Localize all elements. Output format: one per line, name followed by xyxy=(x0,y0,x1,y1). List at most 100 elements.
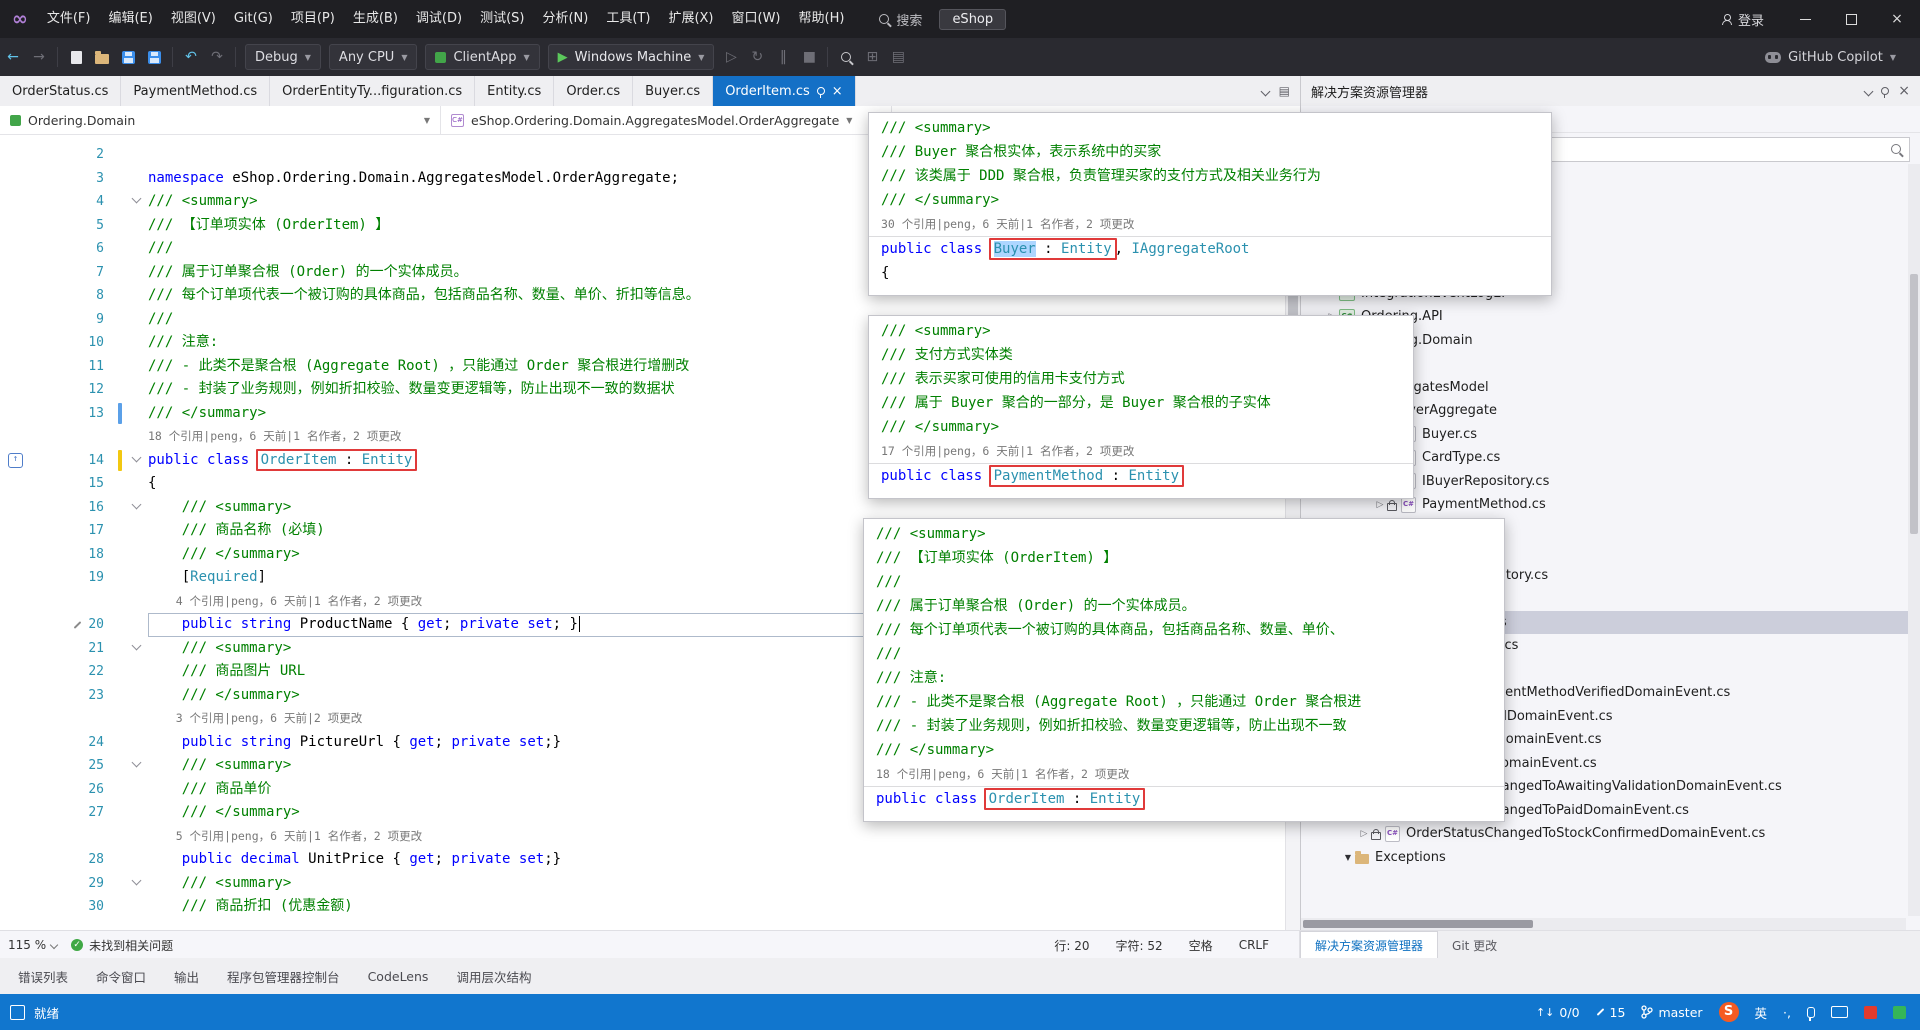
menu-item-b[interactable]: 生成(B) xyxy=(344,5,407,33)
start-debugging-button[interactable]: ▶ Windows Machine ▼ xyxy=(547,44,715,70)
solution-platform-dropdown[interactable]: Any CPU ▼ xyxy=(328,44,418,70)
maximize-button[interactable] xyxy=(1828,0,1874,38)
window-layout-icon[interactable]: ▤ xyxy=(1279,84,1290,98)
spaces-indicator[interactable]: 空格 xyxy=(1189,937,1213,954)
sogou-toolbox-icon[interactable] xyxy=(1864,1005,1877,1019)
code-line-16[interactable]: 16 /// <summary> xyxy=(0,496,1300,520)
solution-horizontal-scrollbar[interactable] xyxy=(1301,918,1906,930)
git-branch-indicator[interactable]: master xyxy=(1641,1005,1703,1020)
find-in-files-icon[interactable] xyxy=(833,44,859,70)
fold-chevron-icon[interactable] xyxy=(131,875,141,885)
menu-item-w[interactable]: 窗口(W) xyxy=(723,5,790,33)
search-box[interactable]: 搜索 eShop xyxy=(879,8,1007,30)
tree-item-orderstatuschangedtostockconfirmeddomainevent-cs[interactable]: ▷ C# OrderStatusChangedToStockConfirmedDom… xyxy=(1301,822,1908,846)
menu-item-f[interactable]: 文件(F) xyxy=(38,5,100,33)
menu-item-t[interactable]: 工具(T) xyxy=(597,5,659,33)
navigate-back-icon[interactable]: ← xyxy=(0,44,26,70)
window-menu-icon[interactable] xyxy=(1863,86,1874,96)
open-file-icon[interactable] xyxy=(89,44,115,70)
save-all-icon[interactable] xyxy=(141,44,167,70)
bookmark-icon[interactable]: ⊞ xyxy=(859,44,885,70)
tool-tab--[interactable]: 解决方案资源管理器 xyxy=(1300,931,1439,959)
line-ending-indicator[interactable]: CRLF xyxy=(1239,938,1269,952)
feedback-icon[interactable] xyxy=(10,1004,25,1020)
line-indicator[interactable]: 行: 20 xyxy=(1054,937,1089,954)
code-line-28[interactable]: 28 public decimal UnitPrice { get; priva… xyxy=(0,848,1300,872)
bottom-tab--[interactable]: 错误列表 xyxy=(6,962,80,991)
close-panel-icon[interactable]: × xyxy=(1898,83,1910,99)
close-tab-icon[interactable]: × xyxy=(832,84,843,99)
codelens-row[interactable]: 17 个引用|peng，6 天前|1 名作者，2 项更改 xyxy=(869,439,1413,464)
solution-configuration-dropdown[interactable]: Debug ▼ xyxy=(245,44,321,70)
solution-vertical-scrollbar[interactable] xyxy=(1908,164,1920,916)
tab-orderentityty-figuration-cs[interactable]: OrderEntityTy...figuration.cs xyxy=(270,76,476,106)
save-icon[interactable] xyxy=(115,44,141,70)
codelens-row[interactable]: 18 个引用|peng，6 天前|1 名作者，2 项更改 xyxy=(864,762,1504,787)
scrollbar-thumb[interactable] xyxy=(1303,920,1533,928)
menu-item-p[interactable]: 项目(P) xyxy=(282,5,344,33)
menu-item-gitg[interactable]: Git(G) xyxy=(225,5,282,33)
code-line-30[interactable]: 30 /// 商品折扣 (优惠金额) xyxy=(0,895,1300,919)
scrollbar-thumb[interactable] xyxy=(1910,274,1918,534)
menu-item-v[interactable]: 视图(V) xyxy=(162,5,225,33)
github-copilot-button[interactable]: GitHub Copilot ▼ xyxy=(1765,50,1896,65)
startup-project-dropdown[interactable]: ClientApp ▼ xyxy=(425,44,540,70)
menu-item-n[interactable]: 分析(N) xyxy=(533,5,597,33)
search-scope-chip[interactable]: eShop xyxy=(939,8,1007,30)
menu-item-x[interactable]: 扩展(X) xyxy=(659,5,722,33)
inherited-members-icon[interactable]: ↑ xyxy=(8,452,23,468)
zoom-dropdown[interactable]: 115 % xyxy=(8,938,59,952)
sign-in-button[interactable]: 登录 xyxy=(1721,10,1764,29)
pin-icon[interactable] xyxy=(1881,87,1890,98)
fold-chevron-icon[interactable] xyxy=(131,757,141,768)
pin-icon[interactable] xyxy=(816,87,825,98)
keyboard-icon[interactable] xyxy=(1831,1006,1848,1018)
fold-chevron-icon[interactable] xyxy=(131,193,141,204)
navigate-forward-icon[interactable]: → xyxy=(26,44,52,70)
tab-order-cs[interactable]: Order.cs xyxy=(554,76,634,106)
microphone-icon[interactable] xyxy=(1807,1006,1815,1021)
ime-punctuation-indicator[interactable]: ·, xyxy=(1783,1005,1791,1020)
pending-edits-indicator[interactable]: 15 xyxy=(1596,1005,1625,1020)
start-without-debugging-icon[interactable]: ▷ xyxy=(718,44,744,70)
sogou-wubi-icon[interactable] xyxy=(1893,1005,1906,1019)
menu-item-e[interactable]: 编辑(E) xyxy=(99,5,161,33)
collapsed-chevron-icon[interactable]: ▷ xyxy=(1357,829,1371,839)
menu-item-h[interactable]: 帮助(H) xyxy=(790,5,854,33)
code-line-29[interactable]: 29 /// <summary> xyxy=(0,872,1300,896)
tab-paymentmethod-cs[interactable]: PaymentMethod.cs xyxy=(121,76,271,106)
tab-orderitem-cs[interactable]: OrderItem.cs × xyxy=(713,76,856,106)
fold-chevron-icon[interactable] xyxy=(131,452,141,462)
bottom-tab--[interactable]: 程序包管理器控制台 xyxy=(215,962,352,991)
git-sync-indicator[interactable]: ↑↓ 0/0 xyxy=(1536,1005,1580,1020)
tab-buyer-cs[interactable]: Buyer.cs xyxy=(633,76,714,106)
breadcrumb-project-dropdown[interactable]: Ordering.Domain ▼ xyxy=(0,106,441,134)
ime-language-indicator[interactable]: 英 xyxy=(1755,1003,1768,1022)
sogou-input-icon[interactable]: S xyxy=(1718,1002,1739,1022)
stop-debug-icon[interactable]: ■ xyxy=(796,44,822,70)
collapsed-chevron-icon[interactable]: ▷ xyxy=(1373,500,1387,510)
menu-item-d[interactable]: 调试(D) xyxy=(407,5,471,33)
close-button[interactable]: × xyxy=(1874,0,1920,38)
expanded-chevron-icon[interactable]: ▼ xyxy=(1341,853,1355,862)
tree-item-exceptions[interactable]: ▼ Exceptions xyxy=(1301,846,1908,870)
fold-chevron-icon[interactable] xyxy=(131,640,141,650)
bottom-tab--[interactable]: 命令窗口 xyxy=(84,962,158,991)
health-indicator[interactable]: ✓ 未找到相关问题 xyxy=(71,937,173,954)
codelens-row[interactable]: 5 个引用|peng，6 天前|1 名作者，2 项更改 xyxy=(0,825,1300,849)
minimize-button[interactable] xyxy=(1782,0,1828,38)
tab-overflow-icon[interactable] xyxy=(1260,86,1271,96)
bottom-tab-codelens[interactable]: CodeLens xyxy=(356,964,441,989)
hot-reload-icon[interactable]: ↻ xyxy=(744,44,770,70)
menu-item-s[interactable]: 测试(S) xyxy=(471,5,533,33)
bottom-tab--[interactable]: 输出 xyxy=(162,962,211,991)
comment-icon[interactable]: ▤ xyxy=(885,44,911,70)
undo-icon[interactable]: ↶ xyxy=(178,44,204,70)
break-all-icon[interactable]: ‖ xyxy=(770,44,796,70)
codelens-row[interactable]: 30 个引用|peng，6 天前|1 名作者，2 项更改 xyxy=(869,212,1551,237)
breadcrumb-symbol-dropdown[interactable]: C# eShop.Ordering.Domain.AggregatesModel… xyxy=(441,106,892,134)
tab-orderstatus-cs[interactable]: OrderStatus.cs xyxy=(0,76,122,106)
new-file-icon[interactable] xyxy=(63,44,89,70)
redo-icon[interactable]: ↷ xyxy=(204,44,230,70)
tool-tab-git-[interactable]: Git 更改 xyxy=(1438,931,1511,959)
